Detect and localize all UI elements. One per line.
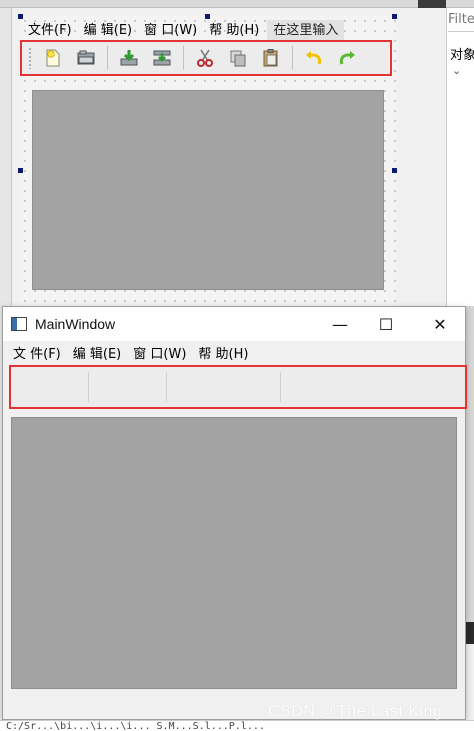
- filter-input[interactable]: Filter: [448, 12, 474, 32]
- save-as-icon: [153, 50, 171, 66]
- designer-menu-file[interactable]: 文件(F): [22, 20, 78, 42]
- resize-handle-left[interactable]: [18, 168, 23, 173]
- window-title: MainWindow: [35, 316, 116, 332]
- preview-central-widget: [11, 417, 457, 689]
- preview-menu-help[interactable]: 帮 助(H): [192, 343, 254, 362]
- resize-handle-right[interactable]: [392, 168, 397, 173]
- designer-canvas: 文件(F) 编 辑(E) 窗 口(W) 帮 助(H) 在这里输入 Filt 对象…: [0, 0, 474, 310]
- top-right-dark-strip: [418, 0, 446, 8]
- status-path-strip: C:/Sr...\bi...\i...\i... S.M...S.l...P.l…: [0, 720, 474, 731]
- app-window-icon: [11, 317, 27, 331]
- designer-toolbar: [20, 40, 392, 76]
- right-edge-dark-block: [466, 622, 474, 644]
- paste-icon: [263, 49, 278, 67]
- new-file-button[interactable]: [38, 43, 68, 73]
- preview-menubar: 文 件(F) 编 辑(E) 窗 口(W) 帮 助(H): [3, 341, 465, 363]
- redo-icon: [339, 51, 355, 65]
- window-titlebar[interactable]: MainWindow — ☐ ✕: [3, 307, 465, 341]
- object-column-header: 对象: [450, 48, 474, 63]
- save-button[interactable]: [114, 43, 144, 73]
- copy-button[interactable]: [223, 43, 253, 73]
- minimize-button[interactable]: —: [317, 307, 363, 341]
- close-button[interactable]: ✕: [417, 307, 463, 341]
- open-folder-icon: [77, 50, 95, 65]
- resize-handle-top-left[interactable]: [18, 14, 23, 19]
- watermark-text: CSDN @The Last King: [268, 703, 443, 720]
- save-as-button[interactable]: [147, 43, 177, 73]
- toolbar-grip[interactable]: [28, 47, 32, 69]
- designer-menu-window[interactable]: 窗 口(W): [138, 20, 203, 42]
- toolbar-slot[interactable]: [167, 372, 281, 402]
- copy-icon: [230, 50, 246, 67]
- designer-menu-type-here[interactable]: 在这里输入: [267, 20, 345, 42]
- toolbar-separator: [107, 46, 108, 70]
- designer-menu-help[interactable]: 帮 助(H): [203, 20, 265, 42]
- maximize-button[interactable]: ☐: [363, 307, 409, 341]
- toolbar-separator: [183, 46, 184, 70]
- resize-handle-top[interactable]: [205, 14, 210, 19]
- toolbar-slot[interactable]: [89, 372, 167, 402]
- left-dock-edge: [0, 8, 12, 310]
- chevron-down-icon[interactable]: ⌄: [452, 64, 461, 77]
- toolbar-separator: [292, 46, 293, 70]
- open-button[interactable]: [71, 43, 101, 73]
- preview-menu-window[interactable]: 窗 口(W): [127, 343, 192, 362]
- save-icon: [120, 50, 138, 66]
- redo-button[interactable]: [332, 43, 362, 73]
- cut-icon: [197, 49, 213, 67]
- designer-central-widget[interactable]: [32, 90, 384, 290]
- top-toolbar-strip: [0, 0, 474, 8]
- new-file-icon: [46, 49, 60, 67]
- preview-menu-edit[interactable]: 编 辑(E): [67, 343, 128, 362]
- preview-toolbar-empty: [9, 365, 467, 409]
- paste-button[interactable]: [256, 43, 286, 73]
- designer-menubar: 文件(F) 编 辑(E) 窗 口(W) 帮 助(H) 在这里输入: [22, 20, 392, 42]
- resize-handle-top-right[interactable]: [392, 14, 397, 19]
- toolbar-slot[interactable]: [11, 372, 89, 402]
- undo-icon: [306, 51, 322, 65]
- cut-button[interactable]: [190, 43, 220, 73]
- right-edge-strip: [466, 306, 474, 636]
- preview-menu-file[interactable]: 文 件(F): [7, 343, 67, 362]
- preview-window: MainWindow — ☐ ✕ 文 件(F) 编 辑(E) 窗 口(W) 帮 …: [2, 306, 467, 720]
- undo-button[interactable]: [299, 43, 329, 73]
- designer-menu-edit[interactable]: 编 辑(E): [78, 20, 139, 42]
